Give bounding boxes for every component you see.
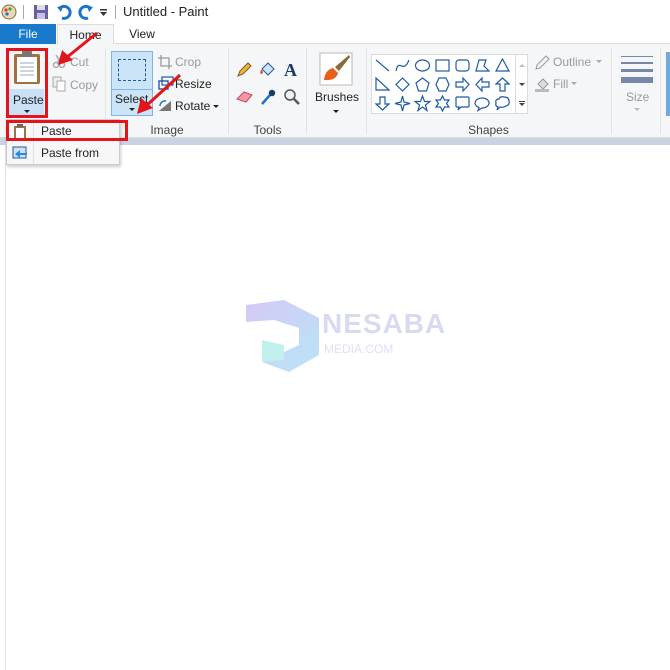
shape-four-point-star-icon[interactable] bbox=[394, 95, 411, 112]
menu-item-label: Paste from bbox=[41, 146, 100, 160]
canvas-workspace[interactable] bbox=[0, 138, 670, 670]
undo-icon[interactable] bbox=[56, 4, 72, 20]
chevron-down-icon bbox=[213, 105, 219, 111]
customize-quick-access-icon[interactable] bbox=[99, 8, 108, 17]
shapes-gallery bbox=[371, 54, 528, 114]
shape-curve-icon[interactable] bbox=[395, 59, 410, 72]
size-label: Size bbox=[626, 90, 650, 104]
shape-polygon-icon[interactable] bbox=[475, 59, 491, 72]
annotation-arrow bbox=[58, 31, 98, 65]
copy-icon[interactable] bbox=[52, 76, 66, 92]
tab-view[interactable]: View bbox=[114, 24, 170, 45]
expand-gallery-icon[interactable] bbox=[519, 101, 525, 102]
fill-shape-icon[interactable] bbox=[534, 76, 550, 92]
divider bbox=[306, 48, 307, 134]
divider bbox=[366, 48, 367, 134]
shape-triangle-icon[interactable] bbox=[494, 57, 511, 72]
shape-rectangle-icon[interactable] bbox=[435, 59, 450, 72]
nesaba-logo-icon bbox=[246, 300, 319, 372]
brushes-label: Brushes bbox=[315, 90, 360, 104]
size-icon bbox=[621, 56, 653, 57]
annotation-arrow bbox=[137, 73, 182, 114]
menu-item-paste-from[interactable]: Paste from bbox=[7, 142, 119, 164]
paint-app-icon[interactable] bbox=[0, 3, 18, 21]
title-bar: Untitled - Paint bbox=[0, 0, 670, 24]
redo-icon[interactable] bbox=[78, 4, 94, 20]
pencil-icon[interactable] bbox=[236, 62, 252, 78]
magnifier-icon[interactable] bbox=[283, 88, 300, 105]
save-icon[interactable] bbox=[33, 4, 49, 20]
crop-button[interactable]: Crop bbox=[175, 55, 201, 69]
paste-from-icon bbox=[12, 146, 27, 159]
eraser-icon[interactable] bbox=[236, 90, 254, 104]
copy-button[interactable]: Copy bbox=[70, 78, 98, 92]
shape-right-triangle-icon[interactable] bbox=[375, 76, 391, 91]
shape-up-arrow-icon[interactable] bbox=[494, 77, 511, 92]
color-picker-icon[interactable] bbox=[260, 88, 276, 106]
shape-oval-icon[interactable] bbox=[414, 59, 431, 72]
watermark-logo: NESABA MEDIA.COM bbox=[244, 300, 447, 375]
divider bbox=[115, 5, 116, 19]
window-title: Untitled - Paint bbox=[123, 4, 209, 19]
canvas-edge bbox=[5, 145, 6, 670]
shape-rounded-rectangular-callout-icon[interactable] bbox=[455, 96, 470, 111]
brushes-button[interactable]: Brushes bbox=[311, 50, 361, 116]
shape-hexagon-icon[interactable] bbox=[435, 77, 450, 92]
shape-oval-callout-icon[interactable] bbox=[474, 97, 490, 112]
tools-group-label: Tools bbox=[253, 123, 282, 137]
watermark-subtitle: MEDIA.COM bbox=[324, 342, 394, 356]
shape-down-arrow-icon[interactable] bbox=[374, 96, 391, 111]
annotation-box-paste-item bbox=[6, 120, 128, 141]
brush-icon bbox=[319, 52, 353, 86]
shape-diamond-icon[interactable] bbox=[395, 77, 410, 92]
chevron-down-icon bbox=[634, 108, 640, 114]
shape-cloud-callout-icon[interactable] bbox=[495, 96, 510, 111]
shape-pentagon-icon[interactable] bbox=[415, 77, 430, 92]
chevron-down-icon bbox=[571, 82, 577, 88]
shape-rounded-rectangle-icon[interactable] bbox=[455, 59, 470, 72]
scroll-up-icon[interactable] bbox=[519, 61, 525, 67]
divider bbox=[660, 48, 661, 134]
ribbon-tabs: File Home View bbox=[0, 24, 670, 46]
shapes-grid bbox=[374, 57, 511, 113]
colors-edge bbox=[666, 52, 670, 116]
tab-file[interactable]: File bbox=[0, 24, 56, 45]
size-button[interactable]: Size bbox=[616, 50, 656, 116]
divider bbox=[228, 48, 229, 134]
shape-six-point-star-icon[interactable] bbox=[434, 94, 451, 113]
fill-icon[interactable] bbox=[259, 61, 277, 79]
chevron-down-icon bbox=[596, 60, 602, 66]
shape-right-arrow-icon[interactable] bbox=[455, 76, 470, 93]
annotation-box-paste bbox=[6, 48, 48, 118]
divider bbox=[611, 48, 612, 134]
fill-button[interactable]: Fill bbox=[553, 77, 568, 91]
shape-left-arrow-icon[interactable] bbox=[475, 76, 490, 93]
text-icon[interactable]: A bbox=[284, 60, 297, 81]
gallery-scroll[interactable] bbox=[515, 55, 528, 113]
chevron-down-icon bbox=[333, 110, 339, 116]
outline-icon[interactable] bbox=[534, 55, 550, 71]
shape-line-icon[interactable] bbox=[375, 59, 390, 72]
divider bbox=[23, 5, 24, 19]
shape-five-point-star-icon[interactable] bbox=[413, 94, 432, 113]
shapes-group-label: Shapes bbox=[468, 123, 509, 137]
outline-button[interactable]: Outline bbox=[553, 55, 591, 69]
crop-icon[interactable] bbox=[158, 55, 172, 69]
watermark-title: NESABA bbox=[322, 308, 447, 339]
scroll-down-icon[interactable] bbox=[519, 83, 525, 89]
